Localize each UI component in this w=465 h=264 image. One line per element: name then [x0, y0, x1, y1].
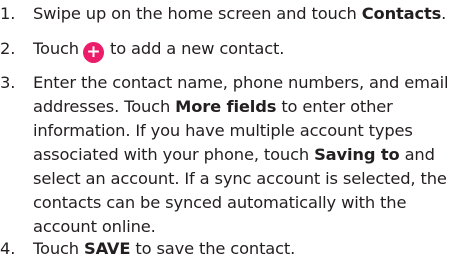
save-label: SAVE [84, 239, 131, 258]
text-line: account online. [33, 217, 156, 236]
step-number: 4. [0, 239, 16, 258]
instruction-steps: 1. Swipe up on the home screen and touch… [0, 0, 465, 264]
step-text: Enter the contact name, phone numbers, a… [33, 71, 449, 239]
text-line: information. If you have multiple accoun… [33, 121, 413, 140]
text-line: contacts can be synced automatically wit… [33, 193, 407, 212]
text-line: addresses. Touch More fields to enter ot… [33, 97, 393, 116]
step-text: Swipe up on the home screen and touch Co… [33, 4, 447, 23]
step-number: 1. [0, 4, 16, 23]
saving-to-label: Saving to [314, 145, 400, 164]
text-line: Enter the contact name, phone numbers, a… [33, 73, 449, 92]
text-line: associated with your phone, touch Saving… [33, 145, 435, 164]
text-line: select an account. If a sync account is … [33, 169, 447, 188]
step-number: 2. [0, 39, 16, 58]
more-fields-label: More fields [175, 97, 277, 116]
step-text: Touch + to add a new contact. [33, 39, 285, 63]
step-text: Touch SAVE to save the contact. [33, 239, 296, 258]
contacts-label: Contacts [361, 4, 442, 23]
step-number: 3. [0, 73, 16, 92]
plus-icon: + [82, 42, 104, 63]
